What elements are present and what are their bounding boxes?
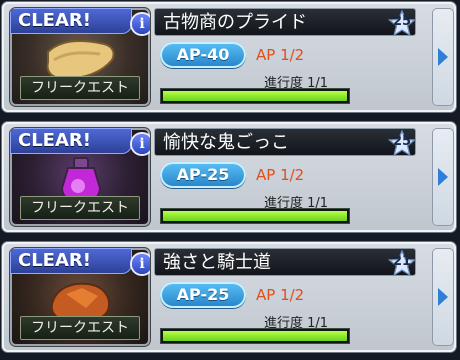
- ap-cost-button[interactable]: AP-40: [160, 42, 246, 68]
- quest-thumbnail: CLEAR! i フリークエスト: [10, 248, 150, 346]
- open-quest-button[interactable]: [432, 8, 454, 106]
- chevron-right-icon: [438, 48, 448, 66]
- quest-card-3[interactable]: CLEAR! i フリークエスト 強さと騎士道 21 AP-25 AP 1/2 …: [2, 242, 456, 352]
- quest-card-1[interactable]: CLEAR! i フリークエスト 古物商のプライド 25 AP-40 AP 1/…: [2, 2, 456, 112]
- quest-thumbnail: CLEAR! i フリークエスト: [10, 8, 150, 106]
- quest-level: 25: [392, 134, 412, 149]
- info-icon[interactable]: i: [132, 14, 150, 34]
- ap-status: AP 1/2: [256, 286, 305, 304]
- clear-badge: CLEAR!: [10, 128, 132, 154]
- ap-cost-button[interactable]: AP-25: [160, 282, 246, 308]
- quest-type-label: フリークエスト: [20, 76, 140, 100]
- level-star-icon: 21: [387, 249, 417, 278]
- ap-status: AP 1/2: [256, 46, 305, 64]
- info-icon[interactable]: i: [132, 254, 150, 274]
- quest-level: 25: [392, 14, 412, 29]
- quest-title: 愉快な鬼ごっこ: [154, 128, 416, 156]
- progress-bar-fill: [163, 211, 347, 221]
- quest-card-2[interactable]: CLEAR! i フリークエスト 愉快な鬼ごっこ 25 AP-25 AP 1/2…: [2, 122, 456, 232]
- progress-bar-fill: [163, 331, 347, 341]
- clear-badge: CLEAR!: [10, 248, 132, 274]
- open-quest-button[interactable]: [432, 128, 454, 226]
- clear-badge: CLEAR!: [10, 8, 132, 34]
- quest-type-label: フリークエスト: [20, 196, 140, 220]
- ap-status: AP 1/2: [256, 166, 305, 184]
- chevron-right-icon: [438, 168, 448, 186]
- quest-type-label: フリークエスト: [20, 316, 140, 340]
- quest-level: 21: [392, 254, 412, 269]
- progress-bar: [160, 208, 350, 224]
- ap-cost-button[interactable]: AP-25: [160, 162, 246, 188]
- quest-title: 古物商のプライド: [154, 8, 416, 36]
- chevron-right-icon: [438, 288, 448, 306]
- quest-thumbnail: CLEAR! i フリークエスト: [10, 128, 150, 226]
- progress-bar: [160, 328, 350, 344]
- info-icon[interactable]: i: [132, 134, 150, 154]
- open-quest-button[interactable]: [432, 248, 454, 346]
- level-star-icon: 25: [387, 129, 417, 158]
- progress-bar: [160, 88, 350, 104]
- quest-title: 強さと騎士道: [154, 248, 416, 276]
- progress-bar-fill: [163, 91, 347, 101]
- level-star-icon: 25: [387, 9, 417, 38]
